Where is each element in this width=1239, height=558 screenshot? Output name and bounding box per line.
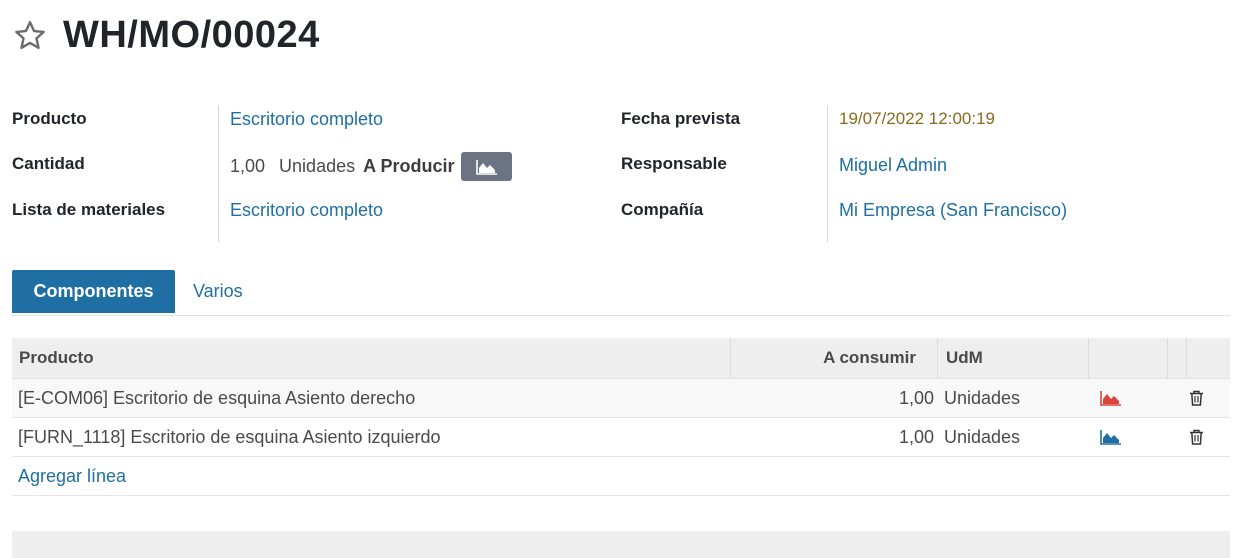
tab-componentes[interactable]: Componentes [12, 270, 175, 313]
row-product[interactable]: [E-COM06] Escritorio de esquina Asiento … [18, 379, 415, 417]
forecast-chart-icon[interactable] [1100, 418, 1122, 456]
cantidad-suffix: A Producir [363, 156, 455, 176]
column-divider [1186, 338, 1187, 378]
delete-trash-icon[interactable] [1189, 379, 1204, 417]
table-footer [12, 531, 1230, 558]
producto-label: Producto [12, 109, 87, 128]
column-udm[interactable]: UdM [946, 338, 983, 378]
fecha-label: Fecha prevista [621, 109, 741, 128]
row-uom[interactable]: Unidades [944, 379, 1020, 417]
producto-link[interactable]: Escritorio completo [230, 109, 383, 130]
row-quantity[interactable]: 1,00 [730, 418, 934, 456]
cantidad-field: 1,00 Unidades A Producir [230, 152, 513, 181]
row-uom[interactable]: Unidades [944, 418, 1020, 456]
column-divider [1167, 338, 1168, 378]
forecast-chart-icon[interactable] [1100, 379, 1122, 417]
record-title: WH/MO/00024 [63, 14, 320, 56]
row-quantity[interactable]: 1,00 [730, 379, 934, 417]
compania-label: Compañía [621, 200, 704, 219]
table-row[interactable]: [E-COM06] Escritorio de esquina Asiento … [12, 379, 1230, 418]
table-header: Producto A consumir UdM [12, 338, 1230, 379]
lista-label: Lista de materiales [12, 200, 166, 219]
responsable-link[interactable]: Miguel Admin [839, 155, 947, 176]
title-row: WH/MO/00024 [12, 14, 320, 57]
add-line-row: Agregar línea [12, 457, 1230, 496]
notebook-tabs: Componentes Varios [12, 270, 1230, 316]
left-separator [218, 106, 219, 242]
column-producto[interactable]: Producto [19, 338, 94, 378]
star-icon[interactable] [12, 18, 48, 54]
row-product[interactable]: [FURN_1118] Escritorio de esquina Asient… [18, 418, 441, 456]
delete-trash-icon[interactable] [1189, 418, 1204, 456]
responsable-label: Responsable [621, 154, 727, 173]
column-divider [937, 338, 938, 378]
compania-link[interactable]: Mi Empresa (San Francisco) [839, 200, 1067, 221]
cantidad-label: Cantidad [12, 154, 85, 173]
add-line-link[interactable]: Agregar línea [18, 457, 126, 495]
lista-link[interactable]: Escritorio completo [230, 200, 383, 221]
column-divider [1088, 338, 1089, 378]
forecast-report-button[interactable] [461, 152, 513, 181]
cantidad-value[interactable]: 1,00 [230, 156, 265, 177]
column-a-consumir[interactable]: A consumir [730, 338, 916, 378]
right-separator [827, 106, 828, 242]
area-chart-icon [476, 159, 497, 175]
table-row[interactable]: [FURN_1118] Escritorio de esquina Asient… [12, 418, 1230, 457]
tab-varios[interactable]: Varios [193, 270, 243, 313]
components-table: Producto A consumir UdM [E-COM06] Escrit… [12, 338, 1230, 496]
fecha-value[interactable]: 19/07/2022 12:00:19 [839, 109, 995, 129]
cantidad-unit[interactable]: Unidades [279, 156, 355, 177]
